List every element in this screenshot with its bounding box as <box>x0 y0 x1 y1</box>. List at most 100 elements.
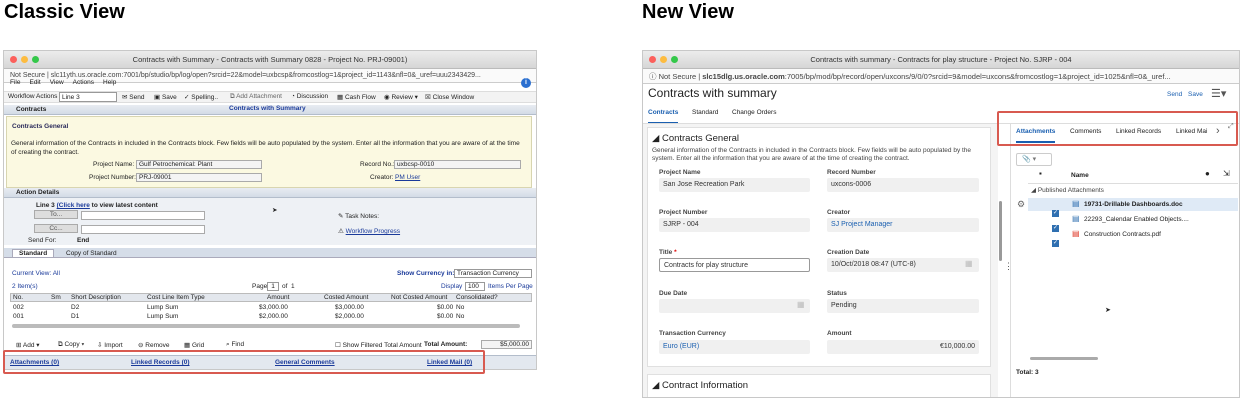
name-column-header[interactable]: Name <box>1071 172 1089 179</box>
calendar-icon[interactable]: ▦ <box>797 300 805 309</box>
contracts-general-title: Contracts General <box>12 123 69 130</box>
workflow-progress-link[interactable]: ⚠ Workflow Progress <box>338 227 400 235</box>
col-no[interactable]: No. <box>13 294 23 301</box>
items-per-page-label: Items Per Page <box>488 283 533 290</box>
menu-file[interactable]: File <box>10 79 20 86</box>
col-not-costed-amount[interactable]: Not Costed Amount <box>391 294 447 301</box>
contract-information-title[interactable]: ◢ Contract Information <box>652 380 748 391</box>
display-count-select[interactable]: 100 <box>465 282 485 291</box>
new-send-button[interactable]: Send <box>1167 91 1182 98</box>
maximize-dot-icon[interactable] <box>32 56 39 63</box>
amount-field: €10,000.00 <box>827 340 979 354</box>
right-scrollbar[interactable] <box>1030 357 1098 360</box>
record-no-field[interactable]: uxbcsp-0010 <box>394 160 521 169</box>
minimize-dot-icon[interactable] <box>21 56 28 63</box>
title-input[interactable]: Contracts for play structure <box>659 258 810 272</box>
close-window-button[interactable]: ☒ Close Window <box>425 93 474 101</box>
gear-icon[interactable]: ⚙ <box>1017 199 1025 210</box>
menu-icon[interactable]: ☰▾ <box>1211 87 1226 100</box>
general-comments-link[interactable]: General Comments <box>275 359 335 366</box>
tab-copy-of-standard[interactable]: Copy of Standard <box>66 250 117 257</box>
action-details-header: Action Details <box>4 188 536 198</box>
tab-attachments[interactable]: Attachments <box>1016 128 1056 143</box>
due-date-field[interactable] <box>659 299 810 313</box>
add-attachment-button[interactable]: ⧉ Add Attachment <box>230 93 282 101</box>
add-button[interactable]: ⊞ Add ▾ <box>16 341 40 349</box>
grid-button[interactable]: ▦ Grid <box>184 341 204 349</box>
maximize-dot-icon[interactable] <box>671 56 678 63</box>
contracts-general-title: ◢ Contracts General <box>652 133 740 144</box>
project-number-field[interactable]: PRJ-09001 <box>136 173 262 182</box>
new-address-bar[interactable]: ⓘ Not Secure | slc15dlg.us.oracle.com:70… <box>643 69 1239 84</box>
col-sm[interactable]: Sm <box>51 294 61 301</box>
attach-button[interactable]: 📎 ▾ <box>1016 153 1052 166</box>
remove-button[interactable]: ⊖ Remove <box>138 341 169 349</box>
page-total: 1 <box>291 283 295 290</box>
menu-actions[interactable]: Actions <box>73 79 94 86</box>
transaction-currency-field[interactable]: Euro (EUR) <box>659 340 810 354</box>
pdf-file-icon: ▤ <box>1072 229 1080 238</box>
close-dot-icon[interactable] <box>10 56 17 63</box>
header-divider <box>1028 183 1238 184</box>
tab-change-orders[interactable]: Change Orders <box>732 109 776 116</box>
info-icon[interactable]: i <box>521 78 531 88</box>
tab-linked-records[interactable]: Linked Records <box>1116 128 1161 135</box>
status-label: Status <box>827 290 847 297</box>
tab-standard[interactable]: Standard <box>692 109 718 116</box>
cash-flow-button[interactable]: ▦ Cash Flow <box>337 93 376 101</box>
attachments-link[interactable]: Attachments (0) <box>10 359 59 366</box>
linked-records-link[interactable]: Linked Records (0) <box>131 359 190 366</box>
review-button[interactable]: ◉ Review ▾ <box>384 93 418 101</box>
creator-link[interactable]: SJ Project Manager <box>827 218 979 232</box>
project-number-field: SJRP - 004 <box>659 218 810 232</box>
table-scrollbar[interactable] <box>12 324 520 328</box>
menu-help[interactable]: Help <box>103 79 116 86</box>
tab-standard[interactable]: Standard <box>12 249 55 257</box>
linked-mail-link[interactable]: Linked Mail (0) <box>427 359 472 366</box>
current-view-label[interactable]: Current View: All <box>12 270 60 277</box>
import-button[interactable]: ⇩ Import <box>97 341 123 349</box>
export-column-icon: ⇲ <box>1223 169 1230 178</box>
find-button[interactable]: ⌕ Find <box>226 341 244 349</box>
save-button[interactable]: ▣ Save <box>154 93 177 101</box>
tab-contracts[interactable]: Contracts <box>648 109 679 124</box>
send-button[interactable]: ✉ Send <box>122 93 144 101</box>
contracts-tab[interactable]: Contracts <box>16 106 46 113</box>
minimize-dot-icon[interactable] <box>660 56 667 63</box>
col-short-description[interactable]: Short Description <box>71 294 121 301</box>
mouse-cursor-icon: ➤ <box>1105 307 1111 314</box>
new-view-heading: New View <box>642 1 734 23</box>
click-here-link[interactable]: (Click here <box>57 202 90 209</box>
col-cost-line-item-type[interactable]: Cost Line Item Type <box>147 294 205 301</box>
creator-link[interactable]: PM User <box>395 174 420 181</box>
tab-comments[interactable]: Comments <box>1070 128 1101 135</box>
type-column-icon: ▪ <box>1039 169 1042 178</box>
to-button[interactable]: To... <box>34 210 78 219</box>
page-input[interactable]: 1 <box>267 282 279 291</box>
to-field[interactable] <box>81 211 205 220</box>
menu-view[interactable]: View <box>50 79 64 86</box>
menu-edit[interactable]: Edit <box>29 79 40 86</box>
cc-field[interactable] <box>81 225 205 234</box>
chevron-right-icon[interactable]: › <box>1216 125 1220 137</box>
copy-button[interactable]: ⧉ Copy ▾ <box>58 341 84 349</box>
cc-button[interactable]: Cc... <box>34 224 78 233</box>
published-attachments-group[interactable]: ◢ Published Attachments <box>1031 186 1104 194</box>
tab-linked-mail[interactable]: Linked Mai <box>1176 128 1207 135</box>
project-number-label: Project Number <box>659 209 708 216</box>
col-costed-amount[interactable]: Costed Amount <box>324 294 368 301</box>
show-currency-select[interactable]: Transaction Currency <box>454 269 532 278</box>
left-scrollbar[interactable] <box>999 201 1002 261</box>
project-name-field[interactable]: Gulf Petrochemical: Plant <box>136 160 262 169</box>
col-amount[interactable]: Amount <box>267 294 289 301</box>
close-dot-icon[interactable] <box>649 56 656 63</box>
show-filtered-checkbox[interactable]: ☐ Show Filtered Total Amount <box>335 341 422 349</box>
workflow-actions-select[interactable]: Line 3 <box>59 92 117 102</box>
expand-icon[interactable]: ⤢ <box>1228 123 1234 131</box>
discussion-button[interactable]: ◔ Discussion <box>291 93 328 100</box>
status-field: Pending <box>827 299 979 313</box>
new-save-button[interactable]: Save <box>1188 91 1203 98</box>
col-consolidated[interactable]: Consolidated? <box>456 294 498 301</box>
total-count: Total: 3 <box>1016 369 1039 376</box>
spelling-button[interactable]: ✓ Spelling.. <box>184 93 218 101</box>
